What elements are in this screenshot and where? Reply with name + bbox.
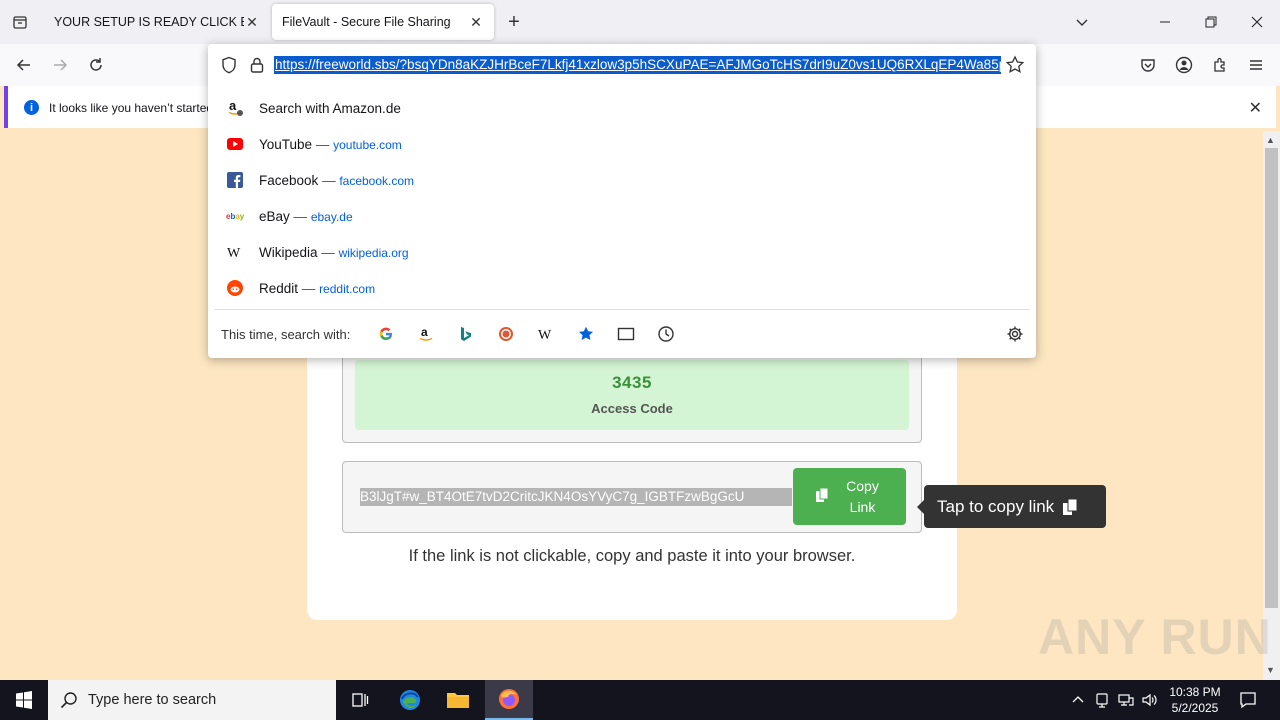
tab-list-icon[interactable] [8, 10, 32, 34]
edge-browser-icon[interactable] [386, 680, 434, 720]
suggestion-facebook[interactable]: Facebook — facebook.com [208, 162, 1036, 198]
bookmarks-star-icon[interactable] [576, 324, 596, 344]
tab-close-icon[interactable]: ✕ [244, 14, 260, 30]
suggestion-wikipedia[interactable]: W Wikipedia — wikipedia.org [208, 234, 1036, 270]
copy-hint-text: If the link is not clickable, copy and p… [408, 547, 856, 565]
taskbar-search-box[interactable]: Type here to search [48, 680, 336, 720]
tab-close-icon[interactable]: ✕ [468, 14, 484, 30]
url-input[interactable]: https://freeworld.sbs/?bsqYDn8aKZJHrBceF… [274, 56, 1001, 74]
access-code-value: 3435 [612, 373, 652, 392]
new-tab-plus-icon[interactable]: + [502, 10, 526, 34]
duckduckgo-icon[interactable] [496, 324, 516, 344]
gear-icon[interactable] [1005, 324, 1025, 344]
download-link-text[interactable]: B3lJgT#w_BT4OtE7tvD2CritcJKN4OsYVyC7g_IG… [360, 488, 792, 506]
history-icon[interactable] [656, 324, 676, 344]
svg-text:W: W [538, 328, 552, 341]
amazon-icon: a [226, 99, 244, 117]
windows-taskbar: Type here to search 10:38 PM 5/2/2025 [0, 680, 1280, 720]
minimize-icon[interactable] [1142, 0, 1188, 44]
tab-title: YOUR SETUP IS READY CLICK BELOW [54, 15, 244, 29]
google-icon[interactable] [376, 324, 396, 344]
back-arrow-icon[interactable] [12, 53, 36, 77]
search-suggestion-label: Search with Amazon.de [259, 100, 401, 116]
reddit-icon [226, 279, 244, 297]
svg-text:a: a [421, 326, 428, 339]
page-scrollbar[interactable]: ▲ ▼ [1263, 131, 1280, 680]
firefox-icon[interactable] [485, 680, 533, 720]
tracking-shield-icon[interactable] [220, 56, 238, 74]
suggestion-label: eBay — ebay.de [259, 208, 353, 224]
copy-tooltip: Tap to copy link [917, 485, 1106, 528]
search-icon [60, 691, 78, 709]
notification-text: It looks like you haven’t started [49, 101, 214, 115]
suggestion-label: YouTube — youtube.com [259, 136, 402, 152]
address-bar[interactable]: https://freeworld.sbs/?bsqYDn8aKZJHrBceF… [208, 44, 1036, 86]
suggestion-label: Facebook — facebook.com [259, 172, 415, 188]
volume-icon[interactable] [1140, 690, 1160, 710]
extensions-icon[interactable] [1208, 53, 1232, 77]
task-view-icon[interactable] [336, 680, 384, 720]
tab-setup-ready[interactable]: YOUR SETUP IS READY CLICK BELOW ✕ [44, 4, 270, 40]
tab-strip: YOUR SETUP IS READY CLICK BELOW ✕ FileVa… [0, 0, 1280, 44]
wikipedia-icon: W [226, 243, 244, 261]
bing-icon[interactable] [456, 324, 476, 344]
scrollbar-thumb[interactable] [1265, 148, 1278, 608]
clock-time: 10:38 PM [1169, 685, 1221, 699]
wikipedia-icon[interactable]: W [536, 324, 556, 344]
tabs-icon[interactable] [616, 324, 636, 344]
svg-text:a: a [229, 99, 237, 113]
chevron-down-icon[interactable] [1070, 10, 1094, 34]
network-drive-icon[interactable] [1092, 690, 1112, 710]
search-suggestion-row[interactable]: a Search with Amazon.de [208, 90, 1036, 126]
info-icon: i [24, 100, 39, 115]
menu-hamburger-icon[interactable] [1244, 53, 1268, 77]
clock-date: 5/2/2025 [1171, 701, 1219, 715]
notification-center-icon[interactable] [1236, 688, 1260, 712]
amazon-icon[interactable]: a [416, 324, 436, 344]
tray-chevron-up-icon[interactable] [1068, 690, 1088, 710]
restore-icon[interactable] [1188, 0, 1234, 44]
notification-close-icon[interactable]: ✕ [1249, 98, 1262, 118]
scroll-up-arrow-icon[interactable]: ▲ [1266, 135, 1275, 145]
url-dropdown: https://freeworld.sbs/?bsqYDn8aKZJHrBceF… [208, 44, 1036, 358]
suggestion-reddit[interactable]: Reddit — reddit.com [208, 270, 1036, 306]
tooltip-text: Tap to copy link [937, 496, 1055, 516]
copy-icon [1062, 498, 1078, 516]
forward-arrow-icon[interactable] [48, 53, 72, 77]
tab-filevault[interactable]: FileVault - Secure File Sharing ✕ [272, 4, 494, 40]
facebook-icon [226, 171, 244, 189]
copy-link-button[interactable]: Copy Link [793, 468, 906, 525]
window-close-icon[interactable] [1234, 0, 1280, 44]
pocket-icon[interactable] [1136, 53, 1160, 77]
taskbar-search-placeholder: Type here to search [88, 692, 217, 708]
tab-title: FileVault - Secure File Sharing [282, 15, 451, 29]
network-icon[interactable] [1116, 690, 1136, 710]
bookmark-star-icon[interactable] [1005, 55, 1025, 75]
account-icon[interactable] [1172, 53, 1196, 77]
ebay-icon: ebay [226, 207, 244, 225]
access-code-label: Access Code [591, 401, 673, 416]
divider [214, 309, 1030, 310]
anyrun-watermark: ANY RUN [1038, 609, 1272, 665]
copy-link-label: Copy Link [846, 477, 879, 515]
clock[interactable]: 10:38 PM 5/2/2025 [1160, 684, 1230, 716]
suggestion-label: Reddit — reddit.com [259, 280, 376, 296]
oneoff-search-label: This time, search with: [221, 327, 351, 342]
suggestion-ebay[interactable]: ebay eBay — ebay.de [208, 198, 1036, 234]
copy-icon [815, 487, 831, 506]
suggestion-label: Wikipedia — wikipedia.org [259, 244, 409, 260]
windows-start-icon[interactable] [0, 680, 48, 720]
svg-text:ebay: ebay [226, 212, 244, 221]
lock-icon[interactable] [248, 56, 266, 74]
file-explorer-icon[interactable] [434, 680, 482, 720]
youtube-icon [226, 135, 244, 153]
scroll-down-arrow-icon[interactable]: ▼ [1266, 665, 1275, 675]
reload-icon[interactable] [84, 53, 108, 77]
access-code-panel: 3435 Access Code [355, 360, 909, 430]
suggestion-youtube[interactable]: YouTube — youtube.com [208, 126, 1036, 162]
svg-text:W: W [227, 246, 241, 259]
